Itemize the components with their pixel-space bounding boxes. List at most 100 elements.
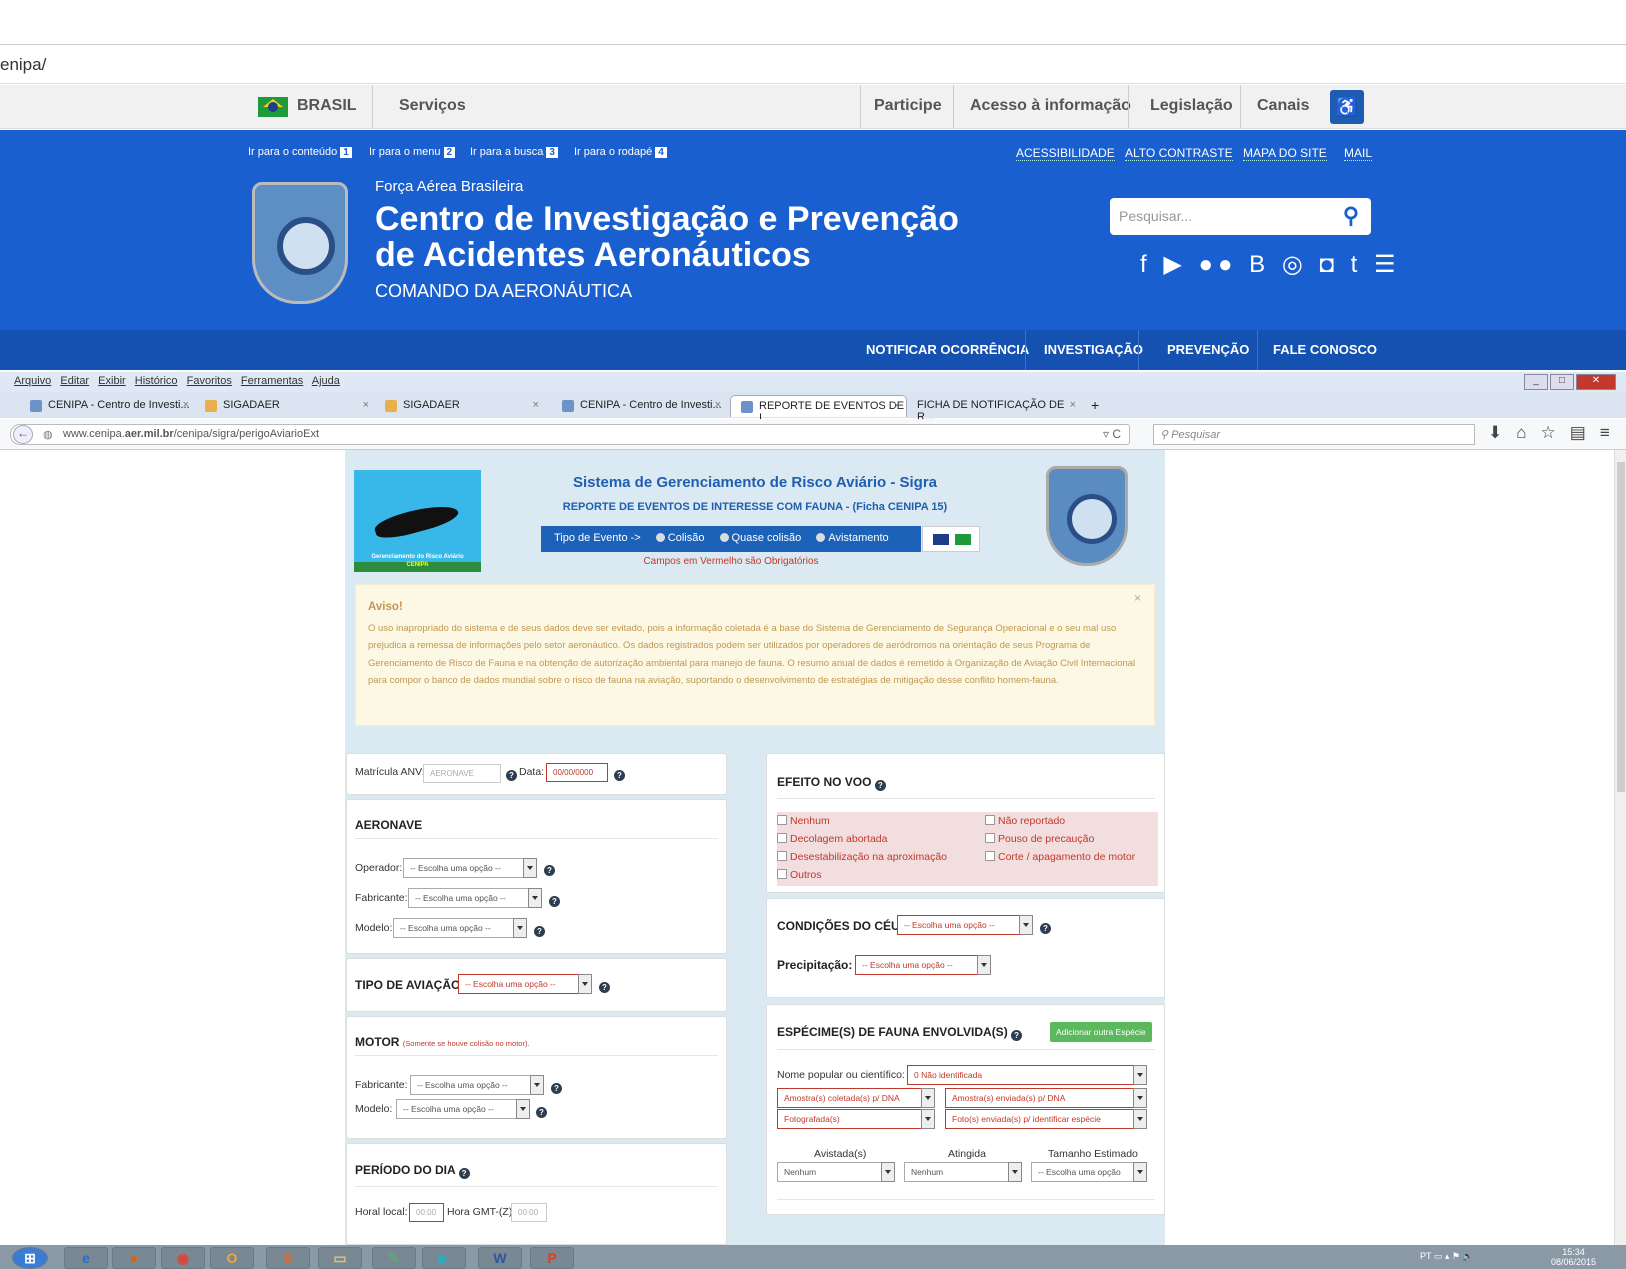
- accessibility-icon[interactable]: ♿: [1330, 90, 1364, 124]
- close-tab-icon[interactable]: ×: [1070, 399, 1076, 411]
- menu-historico[interactable]: Histórico: [135, 375, 178, 387]
- download-icon[interactable]: ⬇: [1488, 423, 1516, 442]
- cenipa-emblem-logo[interactable]: [252, 182, 348, 304]
- checkbox-outros[interactable]: Outros: [777, 869, 822, 881]
- nav-fale-conosco[interactable]: FALE CONOSCO: [1273, 342, 1377, 357]
- date-input[interactable]: 00/00/0000: [546, 763, 608, 782]
- facebook-icon[interactable]: f: [1140, 251, 1152, 278]
- skip-search-link[interactable]: Ir para a busca 3: [470, 146, 558, 158]
- home-icon[interactable]: ⌂: [1516, 423, 1540, 442]
- media-player-icon[interactable]: ▶: [422, 1247, 466, 1269]
- upper-address-bar[interactable]: enipa/: [0, 44, 1626, 84]
- help-icon[interactable]: ?: [458, 1168, 470, 1179]
- tab-cenipa-1[interactable]: CENIPA - Centro de Investi... ×: [20, 395, 195, 417]
- fabricante-select[interactable]: -- Escolha uma opção --: [408, 888, 542, 908]
- acessibilidade-link[interactable]: ACESSIBILIDADE: [1016, 146, 1115, 161]
- menu-editar[interactable]: Editar: [60, 375, 89, 387]
- participe-link[interactable]: Participe: [874, 97, 942, 115]
- slideshare-icon[interactable]: ◎: [1282, 251, 1308, 278]
- brazil-flag-icon[interactable]: [955, 534, 971, 545]
- help-icon[interactable]: ?: [544, 865, 555, 876]
- scrollbar-thumb[interactable]: [1617, 462, 1625, 792]
- close-tab-icon[interactable]: ×: [715, 399, 721, 411]
- hora-local-input[interactable]: 00:00: [409, 1203, 444, 1222]
- dropdown-arrow-icon[interactable]: [977, 955, 991, 975]
- help-icon[interactable]: ?: [1011, 1030, 1023, 1041]
- mail-link[interactable]: MAIL: [1344, 146, 1373, 161]
- dropdown-arrow-icon[interactable]: [528, 888, 542, 908]
- blog-icon[interactable]: B: [1249, 251, 1270, 278]
- checkbox-decolagem-abortada[interactable]: Decolagem abortada: [777, 833, 887, 845]
- dropdown-arrow-icon[interactable]: [1019, 915, 1033, 935]
- nav-investigacao[interactable]: INVESTIGAÇÃO: [1044, 342, 1143, 357]
- motor-fabricante-select[interactable]: -- Escolha uma opção --: [410, 1075, 544, 1095]
- amostra-coletada-select[interactable]: Amostra(s) coletada(s) p/ DNA: [777, 1088, 935, 1108]
- skip-menu-link[interactable]: Ir para o menu 2: [369, 146, 456, 158]
- help-icon[interactable]: ?: [536, 1107, 547, 1118]
- help-icon[interactable]: ?: [614, 770, 625, 781]
- word-icon[interactable]: W: [478, 1247, 522, 1269]
- address-bar[interactable]: ← ◍ www.cenipa.aer.mil.br/cenipa/sigra/p…: [10, 424, 1130, 445]
- internet-explorer-icon[interactable]: e: [64, 1247, 108, 1269]
- especie-select[interactable]: 0 Não identificada: [907, 1065, 1147, 1085]
- label-quase-colisao[interactable]: Quase colisão: [732, 532, 802, 544]
- search-icon[interactable]: ⚲: [1343, 203, 1359, 229]
- menu-favoritos[interactable]: Favoritos: [187, 375, 232, 387]
- site-search-input[interactable]: Pesquisar... ⚲: [1110, 198, 1371, 235]
- skip-footer-link[interactable]: Ir para o rodapé 4: [574, 146, 667, 158]
- maximize-icon[interactable]: □: [1550, 374, 1574, 390]
- file-explorer-icon[interactable]: ▭: [318, 1247, 362, 1269]
- tab-sigadaer-2[interactable]: SIGADAER ×: [375, 395, 545, 417]
- dropdown-arrow-icon[interactable]: [1133, 1065, 1147, 1085]
- menu-ajuda[interactable]: Ajuda: [312, 375, 340, 387]
- paint-icon[interactable]: ✎: [372, 1247, 416, 1269]
- motor-modelo-select[interactable]: -- Escolha uma opção --: [396, 1099, 530, 1119]
- tamanho-select[interactable]: -- Escolha uma opção: [1031, 1162, 1147, 1182]
- minimize-icon[interactable]: _: [1524, 374, 1548, 390]
- menu-icon[interactable]: ≡: [1600, 423, 1624, 442]
- close-tab-icon[interactable]: ×: [894, 400, 900, 412]
- dropdown-arrow-icon[interactable]: [578, 974, 592, 994]
- uk-flag-icon[interactable]: [933, 534, 949, 545]
- ceu-select[interactable]: -- Escolha uma opção --: [897, 915, 1033, 935]
- menu-exibir[interactable]: Exibir: [98, 375, 126, 387]
- rss-icon[interactable]: ☰: [1374, 251, 1401, 278]
- start-button-icon[interactable]: ⊞: [12, 1247, 48, 1269]
- menu-arquivo[interactable]: Arquivo: [14, 375, 51, 387]
- browser-search-input[interactable]: ⚲ Pesquisar: [1153, 424, 1475, 445]
- clock[interactable]: 15:34 08/06/2015: [1551, 1247, 1596, 1267]
- close-window-icon[interactable]: ✕: [1576, 374, 1616, 390]
- new-tab-button[interactable]: +: [1085, 393, 1107, 415]
- help-icon[interactable]: ?: [506, 770, 517, 781]
- radio-avistamento[interactable]: [816, 533, 826, 542]
- dropdown-arrow-icon[interactable]: [1133, 1088, 1147, 1108]
- help-icon[interactable]: ?: [534, 926, 545, 937]
- canais-link[interactable]: Canais: [1257, 97, 1309, 115]
- close-tab-icon[interactable]: ×: [533, 399, 539, 411]
- dropdown-arrow-icon[interactable]: [513, 918, 527, 938]
- tab-sigadaer-1[interactable]: SIGADAER ×: [195, 395, 375, 417]
- back-arrow-icon[interactable]: ←: [13, 425, 33, 444]
- flickr-icon[interactable]: ●●: [1198, 251, 1237, 278]
- alto-contraste-link[interactable]: ALTO CONTRASTE: [1125, 146, 1233, 161]
- modelo-select[interactable]: -- Escolha uma opção --: [393, 918, 527, 938]
- matricula-input[interactable]: AERONAVE: [423, 764, 501, 783]
- skip-content-link[interactable]: Ir para o conteúdo 1: [248, 146, 352, 158]
- checkbox-corte-motor[interactable]: Corte / apagamento de motor: [985, 851, 1135, 863]
- instagram-icon[interactable]: ◘: [1319, 251, 1339, 278]
- menu-ferramentas[interactable]: Ferramentas: [241, 375, 303, 387]
- nav-prevencao[interactable]: PREVENÇÃO: [1167, 342, 1249, 357]
- help-icon[interactable]: ?: [1040, 923, 1051, 934]
- dropdown-arrow-icon[interactable]: [516, 1099, 530, 1119]
- help-icon[interactable]: ?: [549, 896, 560, 907]
- nav-notificar[interactable]: NOTIFICAR OCORRÊNCIA: [866, 342, 1029, 357]
- radio-colisao[interactable]: [655, 533, 665, 542]
- tipo-aviacao-select[interactable]: -- Escolha uma opção --: [458, 974, 592, 994]
- foto-enviada-select[interactable]: Foto(s) enviada(s) p/ identificar espéci…: [945, 1109, 1147, 1129]
- tab-ficha[interactable]: FICHA DE NOTIFICAÇÃO DE R... ×: [907, 395, 1082, 423]
- avistada-select[interactable]: Nenhum: [777, 1162, 895, 1182]
- servicos-link[interactable]: Serviços: [399, 97, 466, 115]
- checkbox-nao-reportado[interactable]: Não reportado: [985, 815, 1065, 827]
- hora-gmt-input[interactable]: 00:00: [511, 1203, 547, 1222]
- fotografada-select[interactable]: Fotografada(s): [777, 1109, 935, 1129]
